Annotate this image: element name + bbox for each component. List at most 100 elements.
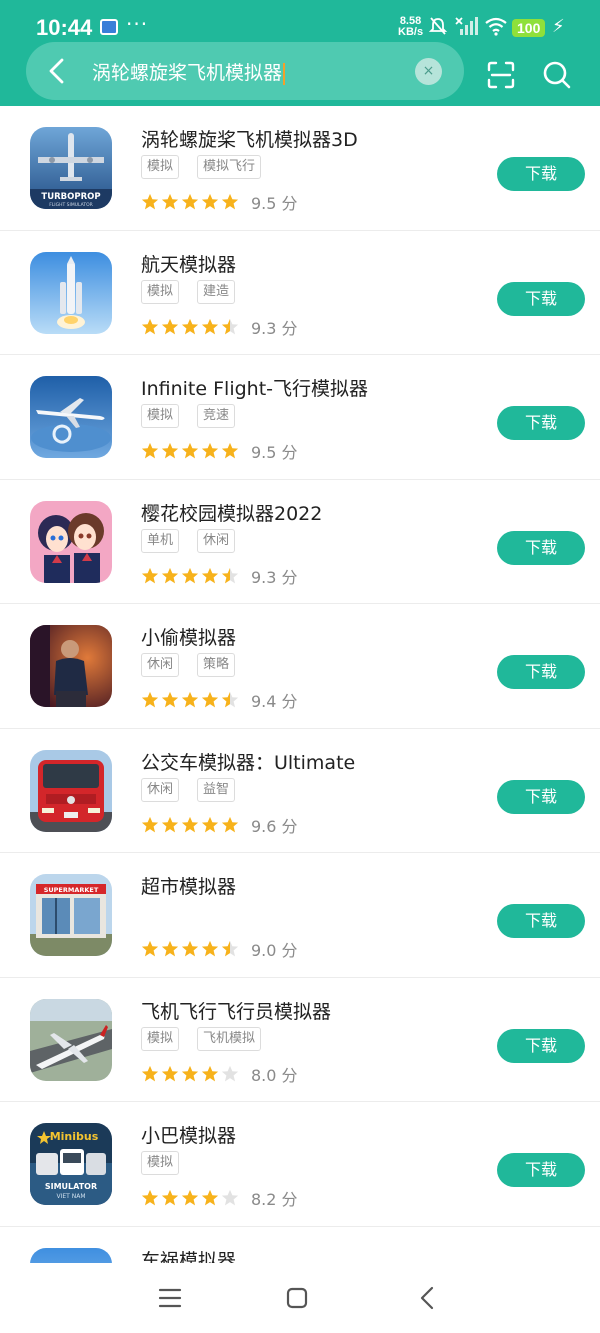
recent-apps-icon[interactable] <box>158 1287 182 1309</box>
network-speed-unit: KB/s <box>398 26 424 38</box>
app-rating: 9.3 分 <box>141 315 298 339</box>
star-full-icon <box>201 1065 219 1081</box>
app-tag: 单机 <box>141 528 180 553</box>
star-full-icon <box>181 816 199 832</box>
star-full-icon <box>181 318 199 334</box>
star-rating <box>141 1189 239 1207</box>
turboprop-icon[interactable]: TURBOPROP FLIGHT SIMULATOR <box>30 127 112 209</box>
download-button[interactable]: 下载 <box>497 904 585 938</box>
star-full-icon <box>201 1189 219 1206</box>
app-name[interactable]: 飞机飞行飞行员模拟器 <box>141 997 331 1024</box>
app-list-item[interactable]: 飞机飞行飞行员模拟器 模拟 飞机模拟 8.0 分 下载 <box>0 978 600 1102</box>
star-full-icon <box>141 567 159 583</box>
star-full-icon <box>161 567 179 583</box>
star-full-icon <box>201 193 219 210</box>
thief-icon[interactable] <box>30 625 112 707</box>
star-empty-icon <box>221 1065 239 1081</box>
star-half-icon <box>221 940 239 957</box>
charging-icon: ⚡ <box>552 16 565 37</box>
wifi-icon <box>485 17 507 36</box>
home-icon[interactable] <box>286 1287 308 1309</box>
app-list-item[interactable]: SUPERMARKET 超市模拟器 9.0 分 下载 <box>0 853 600 978</box>
app-list-item[interactable]: Minibus SIMULATOR VIET NAM 小巴模拟器 模拟 8.2 分 下… <box>0 1102 600 1227</box>
star-rating <box>141 1065 239 1083</box>
app-rating: 9.5 分 <box>141 439 298 463</box>
app-list-item[interactable]: Infinite Flight-飞行模拟器 模拟 竞速 9.5 分 下载 <box>0 355 600 480</box>
app-tags: 模拟 飞机模拟 <box>141 1026 262 1051</box>
download-button[interactable]: 下载 <box>497 406 585 440</box>
app-rating: 9.0 分 <box>141 937 298 961</box>
more-notifications-icon: ··· <box>126 12 149 36</box>
top-header: 10:44 ··· 8.58 KB/s 100 ⚡ 涡轮螺旋桨飞机模拟器 × <box>0 0 600 106</box>
airliner-icon[interactable] <box>30 376 112 458</box>
star-full-icon <box>141 1065 159 1081</box>
rating-score: 8.0 分 <box>251 1065 298 1085</box>
app-rating: 9.6 分 <box>141 813 298 837</box>
rating-score: 9.5 分 <box>251 194 298 213</box>
nav-back-icon[interactable] <box>418 1285 436 1311</box>
app-tags: 模拟 竞速 <box>141 404 236 428</box>
star-full-icon <box>221 816 239 832</box>
back-icon[interactable] <box>44 56 70 86</box>
app-tags: 单机 休闲 <box>141 528 236 553</box>
star-full-icon <box>161 691 179 708</box>
star-full-icon <box>201 567 219 583</box>
star-full-icon <box>161 1065 179 1081</box>
app-tag: 策略 <box>197 653 236 677</box>
status-time: 10:44 <box>36 15 93 40</box>
app-rating: 9.3 分 <box>141 564 298 588</box>
download-button[interactable]: 下载 <box>497 1153 585 1187</box>
svg-text:SIMULATOR: SIMULATOR <box>45 1182 97 1191</box>
star-full-icon <box>181 691 199 708</box>
clear-search-button[interactable]: × <box>415 58 442 85</box>
rating-score: 9.3 分 <box>251 567 298 587</box>
app-list-item[interactable]: 航天模拟器 模拟 建造 9.3 分 下载 <box>0 231 600 355</box>
scan-icon[interactable] <box>486 60 516 90</box>
search-input[interactable]: 涡轮螺旋桨飞机模拟器 <box>92 58 286 85</box>
app-tag: 休闲 <box>197 528 236 553</box>
app-name[interactable]: Infinite Flight-飞行模拟器 <box>141 374 368 401</box>
app-name[interactable]: 小巴模拟器 <box>141 1121 236 1148</box>
app-name[interactable]: 小偷模拟器 <box>141 623 236 650</box>
download-button[interactable]: 下载 <box>497 655 585 689</box>
star-rating <box>141 816 239 834</box>
download-button[interactable]: 下载 <box>497 779 585 814</box>
star-full-icon <box>141 816 159 832</box>
rating-score: 9.4 分 <box>251 692 298 711</box>
download-button[interactable]: 下载 <box>497 530 585 565</box>
download-button[interactable]: 下载 <box>497 1028 585 1063</box>
minibus-icon[interactable]: Minibus SIMULATOR VIET NAM <box>30 1123 112 1205</box>
bus-icon[interactable] <box>30 749 112 832</box>
app-name[interactable]: 航天模拟器 <box>141 250 236 277</box>
star-half-icon <box>221 691 239 708</box>
plane-icon[interactable] <box>30 998 112 1081</box>
app-tag: 休闲 <box>141 777 180 802</box>
system-navigation-bar <box>0 1263 600 1333</box>
search-query: 涡轮螺旋桨飞机模拟器 <box>92 62 283 84</box>
app-list-item[interactable]: 公交车模拟器：Ultimate 休闲 益智 9.6 分 下载 <box>0 729 600 853</box>
app-tag: 飞机模拟 <box>197 1026 262 1051</box>
app-list-item[interactable]: TURBOPROP FLIGHT SIMULATOR 涡轮螺旋桨飞机模拟器3D 模… <box>0 106 600 231</box>
star-full-icon <box>201 940 219 957</box>
star-rating <box>141 442 239 460</box>
star-full-icon <box>141 318 159 334</box>
star-full-icon <box>161 318 179 334</box>
app-name[interactable]: 超市模拟器 <box>141 872 236 899</box>
download-button[interactable]: 下载 <box>497 157 585 191</box>
app-name[interactable]: 涡轮螺旋桨飞机模拟器3D <box>141 125 358 152</box>
search-icon[interactable] <box>542 60 572 90</box>
rocket-icon[interactable] <box>30 251 112 334</box>
app-name[interactable]: 樱花校园模拟器2022 <box>141 499 322 526</box>
app-name[interactable]: 公交车模拟器：Ultimate <box>141 748 355 775</box>
app-list-item[interactable]: 小偷模拟器 休闲 策略 9.4 分 下载 <box>0 604 600 729</box>
svg-text:TURBOPROP: TURBOPROP <box>41 192 100 202</box>
supermarket-icon[interactable]: SUPERMARKET <box>30 874 112 956</box>
app-tag: 模拟飞行 <box>197 155 262 179</box>
notification-icon <box>100 19 118 35</box>
star-full-icon <box>161 816 179 832</box>
anime-icon[interactable] <box>30 500 112 583</box>
app-list-item[interactable]: 樱花校园模拟器2022 单机 休闲 9.3 分 下载 <box>0 480 600 604</box>
svg-text:Minibus: Minibus <box>50 1130 99 1143</box>
app-list-item-partial[interactable]: 车祸模拟器 <box>0 1227 600 1267</box>
download-button[interactable]: 下载 <box>497 281 585 316</box>
